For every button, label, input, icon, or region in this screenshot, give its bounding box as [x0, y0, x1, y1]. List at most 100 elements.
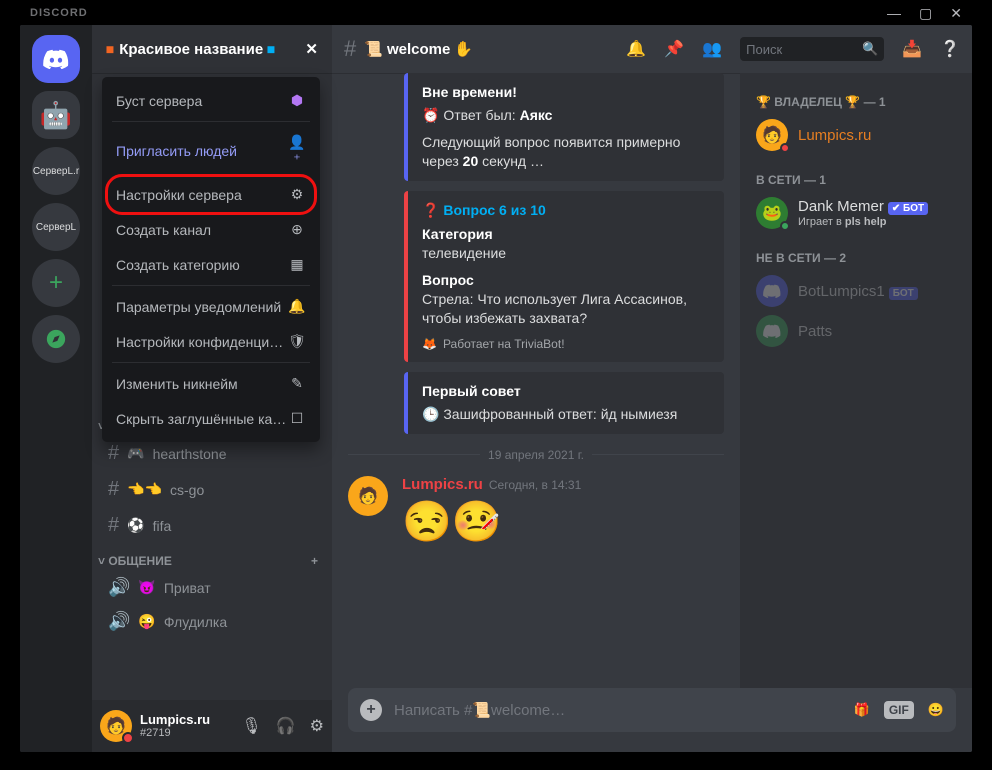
menu-create-category[interactable]: Создать категорию▦ [108, 247, 314, 282]
question-mark-icon: ❓ [422, 202, 439, 218]
server-title: Красивое название [119, 41, 263, 58]
server-pill-1[interactable]: СерверL.r [32, 147, 80, 195]
member-offline-2[interactable]: Patts [748, 311, 964, 351]
gif-button[interactable]: GIF [884, 701, 914, 719]
menu-privacy[interactable]: Настройки конфиденци…🛡 [108, 324, 314, 359]
self-avatar[interactable]: 🧑 [100, 710, 132, 742]
invite-icon: 👤⁺ [288, 134, 306, 168]
attach-icon[interactable]: + [360, 699, 382, 721]
explore-button[interactable] [32, 315, 80, 363]
emoji-picker-icon[interactable]: 😀 [928, 702, 944, 718]
channel-name: welcome [387, 41, 450, 58]
add-server-button[interactable]: + [32, 259, 80, 307]
member-offline-1[interactable]: BotLumpics1БОТ [748, 271, 964, 311]
self-discriminator: #2719 [140, 727, 233, 739]
alarm-icon: ⏰ [422, 107, 439, 123]
member-list: 🏆 ВЛАДЕЛЕЦ 🏆 — 1 🧑 Lumpics.ru В СЕТИ — 1… [740, 73, 972, 688]
add-channel-icon[interactable]: + [311, 554, 318, 568]
hash-icon: # [108, 478, 119, 501]
speaker-icon: 🔊 [108, 577, 130, 598]
clock-icon: 🕒 [422, 406, 439, 422]
server-avatar-robot[interactable]: 🤖 [32, 91, 80, 139]
status-dnd-icon [780, 143, 790, 153]
checkbox-icon: ☐ [288, 410, 306, 427]
message-author[interactable]: Lumpics.ru [402, 476, 483, 493]
help-icon[interactable]: ❔ [940, 39, 960, 59]
server-menu-popover: Буст сервера⬢ Пригласить людей👤⁺ Настрой… [102, 77, 320, 442]
main-column: # 📜welcome✋ 🔔 📌 👥 Поиск 🔍 📥 ❔ [332, 25, 972, 752]
server-rail: 🤖 СерверL.r СерверL + [20, 25, 92, 752]
bot-tag: БОТ [889, 287, 918, 300]
home-button[interactable] [32, 35, 80, 83]
speaker-icon: 🔊 [108, 611, 130, 632]
message-emoji-content: 😒🤒 [402, 498, 581, 545]
hash-icon: # [344, 36, 356, 62]
pinned-icon[interactable]: 📌 [664, 39, 684, 59]
notifications-icon[interactable]: 🔔 [626, 39, 646, 59]
gear-icon: ⚙ [288, 186, 306, 203]
crown-icon: 🏆 [845, 95, 860, 109]
menu-boost[interactable]: Буст сервера⬢ [108, 83, 314, 118]
member-owner[interactable]: 🧑 Lumpics.ru [748, 115, 964, 155]
member-dank-memer[interactable]: 🐸 Dank Memer✔ БОТ Играет в pls help [748, 193, 964, 233]
category-chat[interactable]: ˅ ОБЩЕНИЕ + [92, 544, 332, 570]
gem-orange-icon: ◆ [102, 41, 118, 57]
menu-invite[interactable]: Пригласить людей👤⁺ [108, 125, 314, 177]
channel-csgo[interactable]: #👈👈cs-go [100, 472, 324, 507]
plus-circle-icon: ⊕ [288, 221, 306, 238]
user-settings-icon[interactable]: ⚙ [310, 716, 324, 736]
shield-icon: 🛡 [288, 333, 306, 350]
gem-blue-icon: ◆ [264, 41, 280, 57]
channel-header: # 📜welcome✋ 🔔 📌 👥 Поиск 🔍 📥 ❔ [332, 25, 972, 73]
discord-logo-icon [763, 324, 781, 338]
message-row: 🧑 Lumpics.ru Сегодня, в 14:31 😒🤒 [348, 476, 724, 545]
server-pill-2[interactable]: СерверL [32, 203, 80, 251]
self-user-panel: 🧑 Lumpics.ru #2719 🎙 🎧 ⚙ [92, 700, 332, 752]
voice-private[interactable]: 🔊😈Приват [100, 571, 324, 604]
menu-change-nick[interactable]: Изменить никнейм✎ [108, 366, 314, 401]
deafen-icon[interactable]: 🎧 [276, 716, 296, 736]
inbox-icon[interactable]: 📥 [902, 39, 922, 59]
embed-trivia: ❓ Вопрос 6 из 10 Категория телевидение В… [404, 191, 724, 363]
app-brand: DISCORD [30, 7, 88, 19]
menu-create-channel[interactable]: Создать канал⊕ [108, 212, 314, 247]
window-maximize-icon[interactable]: ▢ [919, 5, 932, 22]
embed-timeout: Вне времени! ⏰ Ответ был: Аякс Следующий… [404, 73, 724, 181]
status-dnd-icon [122, 732, 134, 744]
date-divider: 19 апреля 2021 г. [348, 448, 724, 462]
status-online-icon [780, 221, 790, 231]
bot-tag: ✔ БОТ [888, 202, 928, 215]
compass-icon [45, 328, 67, 350]
boost-icon: ⬢ [288, 92, 306, 109]
voice-flood[interactable]: 🔊😜Флудилка [100, 605, 324, 638]
search-input[interactable]: Поиск 🔍 [740, 37, 884, 61]
search-icon: 🔍 [862, 41, 878, 57]
menu-hide-muted[interactable]: Скрыть заглушённые ка…☐ [108, 401, 314, 436]
member-list-icon[interactable]: 👥 [702, 39, 722, 59]
discord-logo-icon [763, 284, 781, 298]
channel-fifa[interactable]: #⚽fifa [100, 508, 324, 543]
message-area: Вне времени! ⏰ Ответ был: Аякс Следующий… [332, 73, 740, 688]
window-minimize-icon[interactable]: — [887, 5, 901, 22]
hash-icon: # [108, 514, 119, 537]
bell-icon: 🔔 [288, 298, 306, 315]
server-header[interactable]: ◆ Красивое название ◆ ✕ [92, 25, 332, 73]
self-username: Lumpics.ru [140, 713, 233, 727]
mute-icon[interactable]: 🎙 [241, 716, 261, 736]
window-close-icon[interactable]: ✕ [950, 5, 962, 22]
triviabot-icon: 🦊 [422, 336, 437, 352]
hash-icon: # [108, 442, 119, 465]
server-header-close-icon[interactable]: ✕ [305, 40, 318, 58]
embed-hint: Первый совет 🕒 Зашифрованный ответ: йд н… [404, 372, 724, 434]
folder-plus-icon: ▦ [288, 256, 306, 273]
discord-logo-icon [43, 49, 69, 69]
message-timestamp: Сегодня, в 14:31 [489, 478, 581, 492]
gift-icon[interactable]: 🎁 [854, 702, 870, 718]
message-avatar[interactable]: 🧑 [348, 476, 388, 516]
hand-emoji-icon: ✋ [454, 40, 473, 58]
menu-server-settings[interactable]: Настройки сервера⚙ [108, 177, 314, 212]
input-placeholder: Написать #📜welcome… [394, 701, 842, 719]
menu-notifications[interactable]: Параметры уведомлений🔔 [108, 289, 314, 324]
pencil-icon: ✎ [288, 375, 306, 392]
message-input[interactable]: + Написать #📜welcome… 🎁 GIF 😀 [348, 688, 956, 732]
